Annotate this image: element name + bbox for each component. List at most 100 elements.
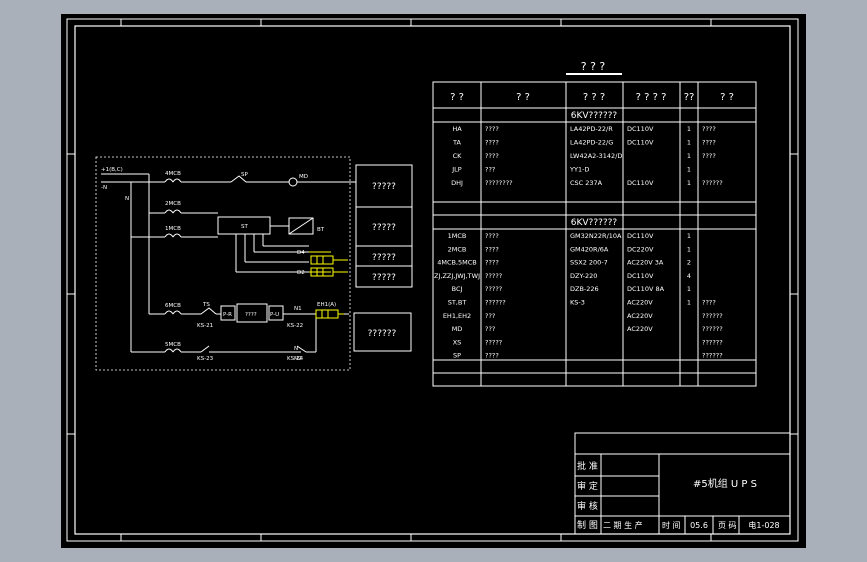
label-eh1: EH1(A) bbox=[317, 302, 336, 308]
label-4mcb: 4MCB bbox=[165, 171, 181, 177]
table-cell: DC110V 8A bbox=[627, 285, 665, 293]
table-header-4: ?? bbox=[684, 92, 695, 103]
table-cell: DC110V bbox=[627, 125, 654, 133]
table-cell: ???? bbox=[485, 259, 499, 267]
drawing-canvas: ? ? ? ? ? ? ? ? ? ? ? ? ? ??? ? ? 6KV?????? … bbox=[66, 18, 799, 542]
page-label: 页 码 bbox=[718, 521, 737, 530]
table-cell: ????? bbox=[485, 338, 502, 346]
table-cell: KS-3 bbox=[570, 299, 585, 307]
table-cell: EH1,EH2 bbox=[443, 312, 471, 320]
table-cell: ???? bbox=[485, 352, 499, 360]
table-cell: ???? bbox=[702, 299, 716, 307]
table-cell: SSX2 200-7 bbox=[570, 259, 608, 267]
table-title: ? ? ? bbox=[581, 60, 606, 73]
draw-label: 制 图 bbox=[577, 519, 598, 531]
table-cell: ???? bbox=[485, 125, 499, 133]
label-ts: TS bbox=[202, 302, 210, 308]
table-header-2: ? ? ? bbox=[583, 92, 605, 103]
table-cell: 1MCB bbox=[448, 232, 467, 240]
page-value: 电1-028 bbox=[748, 520, 779, 530]
date-value: 05.6 bbox=[690, 521, 708, 530]
table-cell: AC220V bbox=[627, 325, 653, 333]
table-cell: 1 bbox=[687, 299, 691, 307]
table-cell: 1 bbox=[687, 125, 691, 133]
label-t1: N1 bbox=[294, 306, 302, 312]
table-cell: ?????? bbox=[702, 352, 723, 360]
table-cell: LW42A2-3142/D bbox=[570, 152, 622, 160]
label-2mcb: 2MCB bbox=[165, 201, 181, 207]
box-label-5: ?????? bbox=[368, 329, 397, 339]
table-cell: AC220V bbox=[627, 312, 653, 320]
approve-label: 批 准 bbox=[577, 460, 598, 472]
table-cell: ??? bbox=[485, 312, 495, 320]
table-cell: MD bbox=[452, 325, 463, 333]
table-cell: 1 bbox=[687, 179, 691, 187]
date-label: 时 间 bbox=[662, 520, 681, 530]
table-cell: GM32N22R/10A bbox=[570, 232, 622, 240]
table-cell: ???? bbox=[485, 245, 499, 253]
table-cell: ?????? bbox=[702, 179, 723, 187]
draw-value: 二 期 生 产 bbox=[603, 520, 643, 530]
check-label: 审 核 bbox=[577, 500, 598, 512]
table-cell: 1 bbox=[687, 245, 691, 253]
table-cell: ???? bbox=[485, 232, 499, 240]
label-pu: P-U bbox=[270, 312, 279, 318]
table-cell: ???? bbox=[702, 139, 716, 147]
table-cell: ?????? bbox=[485, 299, 506, 307]
schematic-wiring bbox=[101, 173, 356, 353]
table-header-0: ? ? bbox=[450, 92, 464, 103]
label-1mcb: 1MCB bbox=[165, 226, 181, 232]
node-label-n1: N bbox=[125, 196, 129, 202]
table-cell: 4 bbox=[687, 272, 691, 280]
label-mid: ???? bbox=[245, 312, 257, 318]
table-cell: BCJ bbox=[452, 285, 463, 293]
section-title-1: 6KV?????? bbox=[571, 111, 618, 121]
table-cell: 2MCB bbox=[448, 245, 467, 253]
table-cell: DZB-226 bbox=[570, 285, 599, 293]
bus-neg-label: -N bbox=[101, 185, 107, 191]
label-6mcb: 6MCB bbox=[165, 303, 181, 309]
table-cell: ???? bbox=[485, 152, 499, 160]
table-cell: JLP bbox=[451, 166, 462, 174]
table-cell: ???????? bbox=[485, 179, 513, 187]
table-cell: XS bbox=[453, 338, 462, 346]
section-title-2: 6KV?????? bbox=[571, 218, 618, 228]
table-cell: ???? bbox=[702, 125, 716, 133]
label-t5: KS-23 bbox=[197, 356, 214, 362]
table-cell: DC110V bbox=[627, 179, 654, 187]
table-cell: TA bbox=[452, 139, 461, 147]
title-block bbox=[574, 432, 791, 535]
table-cell: ???? bbox=[485, 139, 499, 147]
table-cell: ZJ,ZZJ,JWJ,TWJ bbox=[434, 272, 480, 280]
table-cell: ????? bbox=[485, 272, 502, 280]
label-d2: D2 bbox=[297, 270, 305, 276]
table-header-5: ? ? bbox=[720, 92, 734, 103]
label-5mcb: 5MCB bbox=[165, 342, 181, 348]
table-header-1: ? ? bbox=[516, 92, 530, 103]
table-cell: SP bbox=[453, 352, 461, 360]
indicator-lamps bbox=[309, 251, 348, 319]
table-cell: DZY-220 bbox=[570, 272, 597, 280]
table-cell: ??? bbox=[485, 325, 495, 333]
table-cell: AC220V bbox=[627, 299, 653, 307]
label-md: MD bbox=[299, 174, 308, 180]
box-label-4: ????? bbox=[372, 273, 396, 283]
table-header-3: ? ? ? ? bbox=[636, 92, 667, 103]
table-cell: DC110V bbox=[627, 139, 654, 147]
table-cell: ?????? bbox=[702, 338, 723, 346]
table-cell: 1 bbox=[687, 232, 691, 240]
table-cell: AC220V 3A bbox=[627, 259, 664, 267]
table-cell: ????? bbox=[485, 285, 502, 293]
table-cell: LA42PD-22/G bbox=[570, 139, 613, 147]
table-cell: ???? bbox=[702, 152, 716, 160]
label-t4: KS-22 bbox=[287, 323, 303, 329]
table-cell: ST,BT bbox=[448, 299, 467, 307]
label-sp: SP bbox=[241, 172, 248, 178]
box-label-2: ????? bbox=[372, 223, 396, 233]
table-cell: LA42PD-22/R bbox=[570, 125, 613, 133]
table-cell: DC110V bbox=[627, 272, 654, 280]
table-cell: 1 bbox=[687, 152, 691, 160]
box-label-3: ????? bbox=[372, 253, 396, 263]
table-cell: 2 bbox=[687, 259, 691, 267]
schematic: +1(B,C) -N N N 4MCB SP MD 2MCB 1MCB ST B… bbox=[95, 156, 413, 371]
